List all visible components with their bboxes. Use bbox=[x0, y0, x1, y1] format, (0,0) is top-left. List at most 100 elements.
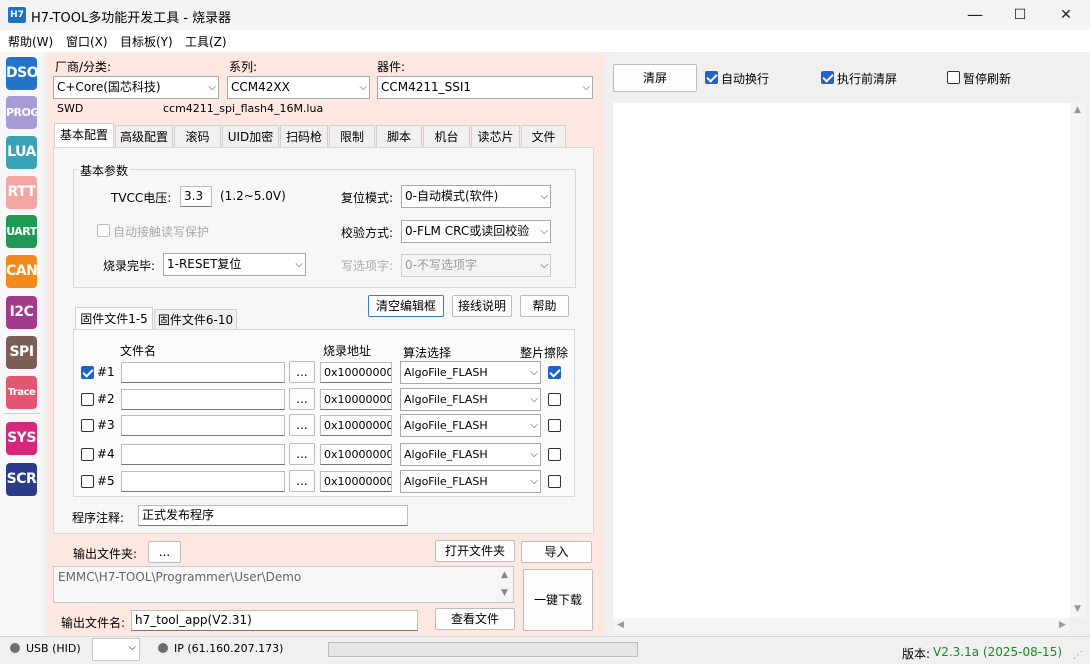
log-vertical-scrollbar[interactable] bbox=[1070, 103, 1086, 618]
file-address-input[interactable]: 0x10000000 bbox=[320, 415, 392, 436]
file-algorithm-value: AlgoFile_FLASH bbox=[404, 475, 488, 488]
file-browse-button[interactable]: ... bbox=[289, 443, 315, 465]
file-enable-checkbox[interactable] bbox=[81, 419, 94, 432]
file-enable-checkbox[interactable] bbox=[81, 366, 94, 379]
open-folder-button[interactable]: 打开文件夹 bbox=[435, 540, 515, 562]
chevron-down-icon: ⌵ bbox=[540, 260, 548, 271]
maximize-button[interactable]: ☐ bbox=[997, 0, 1043, 30]
tab-4[interactable]: UID加密 bbox=[222, 125, 279, 147]
tab-firmware-1-5[interactable]: 固件文件1-5 bbox=[75, 307, 153, 329]
clear-before-run-checkbox[interactable] bbox=[821, 71, 834, 84]
sidebar-uart-button[interactable]: UART bbox=[6, 215, 37, 248]
tab-7[interactable]: 脚本 bbox=[376, 125, 422, 147]
tab-6[interactable]: 限制 bbox=[329, 125, 375, 147]
menu-tools[interactable]: 工具(Z) bbox=[185, 33, 227, 50]
output-folder-browse-button[interactable]: ... bbox=[148, 541, 181, 563]
full-erase-checkbox[interactable] bbox=[548, 475, 561, 488]
menu-window[interactable]: 窗口(X) bbox=[66, 33, 108, 50]
auto-wrap-checkbox[interactable] bbox=[705, 71, 718, 84]
write-option-select[interactable]: 0-不写选项字 ⌵ bbox=[401, 254, 551, 277]
file-enable-checkbox[interactable] bbox=[81, 475, 94, 488]
file-browse-button[interactable]: ... bbox=[289, 388, 315, 410]
sidebar-prog-button[interactable]: PROG bbox=[6, 96, 39, 129]
file-algorithm-select[interactable]: AlgoFile_FLASH ⌵ bbox=[400, 470, 541, 493]
full-erase-checkbox[interactable] bbox=[548, 448, 561, 461]
tab-1[interactable]: 基本配置 bbox=[54, 123, 114, 147]
tab-9[interactable]: 读芯片 bbox=[471, 125, 520, 147]
file-name-input[interactable] bbox=[121, 444, 285, 465]
file-algorithm-select[interactable]: AlgoFile_FLASH ⌵ bbox=[400, 443, 541, 466]
port-select[interactable]: ⌵ bbox=[92, 638, 140, 661]
file-name-input[interactable] bbox=[121, 362, 285, 383]
tab-3[interactable]: 滚码 bbox=[174, 125, 221, 147]
file-browse-button[interactable]: ... bbox=[289, 361, 315, 383]
log-output-area[interactable] bbox=[613, 103, 1070, 618]
sidebar-trace-button[interactable]: Trace bbox=[6, 376, 37, 409]
sidebar-i2c-button[interactable]: I2C bbox=[6, 296, 37, 329]
auto-protect-checkbox[interactable] bbox=[97, 224, 110, 237]
vendor-value: C+Core(国芯科技) bbox=[57, 80, 161, 94]
reset-mode-select[interactable]: 0-自动模式(软件) ⌵ bbox=[401, 185, 551, 208]
menu-help[interactable]: 帮助(W) bbox=[8, 33, 53, 50]
vendor-select[interactable]: C+Core(国芯科技) ⌵ bbox=[53, 76, 219, 99]
menu-target-board[interactable]: 目标板(Y) bbox=[120, 33, 173, 50]
clear-editor-button[interactable]: 清空编辑框 bbox=[368, 295, 444, 317]
wiring-help-button[interactable]: 接线说明 bbox=[452, 295, 512, 317]
done-select[interactable]: 1-RESET复位 ⌵ bbox=[163, 253, 306, 276]
file-algorithm-select[interactable]: AlgoFile_FLASH ⌵ bbox=[400, 414, 541, 437]
note-input[interactable]: 正式发布程序 bbox=[138, 505, 408, 526]
file-algorithm-select[interactable]: AlgoFile_FLASH ⌵ bbox=[400, 361, 541, 384]
file-name-input[interactable] bbox=[121, 471, 285, 492]
verify-select[interactable]: 0-FLM CRC或读回校验 ⌵ bbox=[401, 220, 551, 243]
tab-5[interactable]: 扫码枪 bbox=[280, 125, 328, 147]
app-icon: H7 bbox=[8, 7, 26, 23]
log-horizontal-scrollbar[interactable] bbox=[613, 618, 1070, 634]
close-button[interactable]: ✕ bbox=[1043, 0, 1089, 30]
window-title: H7-TOOL多功能开发工具 - 烧录器 bbox=[31, 11, 232, 26]
file-enable-checkbox[interactable] bbox=[81, 448, 94, 461]
sidebar-dso-button[interactable]: DSO bbox=[6, 57, 39, 90]
file-enable-checkbox[interactable] bbox=[81, 393, 94, 406]
series-select[interactable]: CCM42XX ⌵ bbox=[227, 76, 370, 99]
scroll-down-icon[interactable]: ▼ bbox=[1074, 604, 1081, 614]
full-erase-checkbox[interactable] bbox=[548, 366, 561, 379]
help-button[interactable]: 帮助 bbox=[520, 295, 569, 317]
minimize-button[interactable]: — bbox=[952, 0, 998, 30]
sidebar-lua-button[interactable]: LUA bbox=[6, 136, 37, 169]
tvcc-input[interactable]: 3.3 bbox=[180, 186, 212, 207]
scroll-right-icon[interactable]: ▶ bbox=[1059, 620, 1066, 630]
scroll-left-icon[interactable]: ◀ bbox=[617, 620, 624, 630]
sidebar-scr-button[interactable]: SCR bbox=[6, 463, 37, 496]
chip-select[interactable]: CCM4211_SSI1 ⌵ bbox=[377, 76, 593, 99]
file-browse-button[interactable]: ... bbox=[289, 414, 315, 436]
file-address-input[interactable]: 0x10000000 bbox=[320, 389, 392, 410]
file-browse-button[interactable]: ... bbox=[289, 470, 315, 492]
file-address-input[interactable]: 0x10000000 bbox=[320, 471, 392, 492]
sidebar-sys-button[interactable]: SYS bbox=[6, 422, 37, 455]
file-name-input[interactable] bbox=[121, 415, 285, 436]
full-erase-checkbox[interactable] bbox=[548, 419, 561, 432]
file-address-input[interactable]: 0x10000000 bbox=[320, 362, 392, 383]
file-address-input[interactable]: 0x10000000 bbox=[320, 444, 392, 465]
import-button[interactable]: 导入 bbox=[521, 541, 592, 563]
scroll-up-icon[interactable]: ▲ bbox=[1074, 105, 1081, 115]
pause-refresh-checkbox[interactable] bbox=[947, 71, 960, 84]
tab-8[interactable]: 机台 bbox=[423, 125, 470, 147]
scroll-down-icon[interactable]: ▼ bbox=[501, 588, 508, 598]
sidebar-rtt-button[interactable]: RTT bbox=[6, 176, 37, 209]
view-file-button[interactable]: 查看文件 bbox=[435, 608, 515, 630]
file-algorithm-select[interactable]: AlgoFile_FLASH ⌵ bbox=[400, 388, 541, 411]
sidebar-spi-button[interactable]: SPI bbox=[6, 336, 37, 369]
tab-firmware-6-10[interactable]: 固件文件6-10 bbox=[154, 309, 237, 329]
output-filename-input[interactable]: h7_tool_app(V2.31) bbox=[131, 610, 418, 631]
full-erase-checkbox[interactable] bbox=[548, 393, 561, 406]
scroll-up-icon[interactable]: ▲ bbox=[501, 570, 508, 580]
one-click-download-button[interactable]: 一键下载 bbox=[523, 569, 593, 631]
version-value: V2.3.1a (2025-08-15) bbox=[933, 645, 1063, 659]
tab-2[interactable]: 高级配置 bbox=[115, 125, 173, 147]
file-name-input[interactable] bbox=[121, 389, 285, 410]
done-label: 烧录完毕: bbox=[103, 259, 156, 273]
tab-10[interactable]: 文件 bbox=[521, 125, 566, 147]
clear-screen-button[interactable]: 清屏 bbox=[613, 64, 697, 92]
sidebar-can-button[interactable]: CAN bbox=[6, 255, 38, 288]
